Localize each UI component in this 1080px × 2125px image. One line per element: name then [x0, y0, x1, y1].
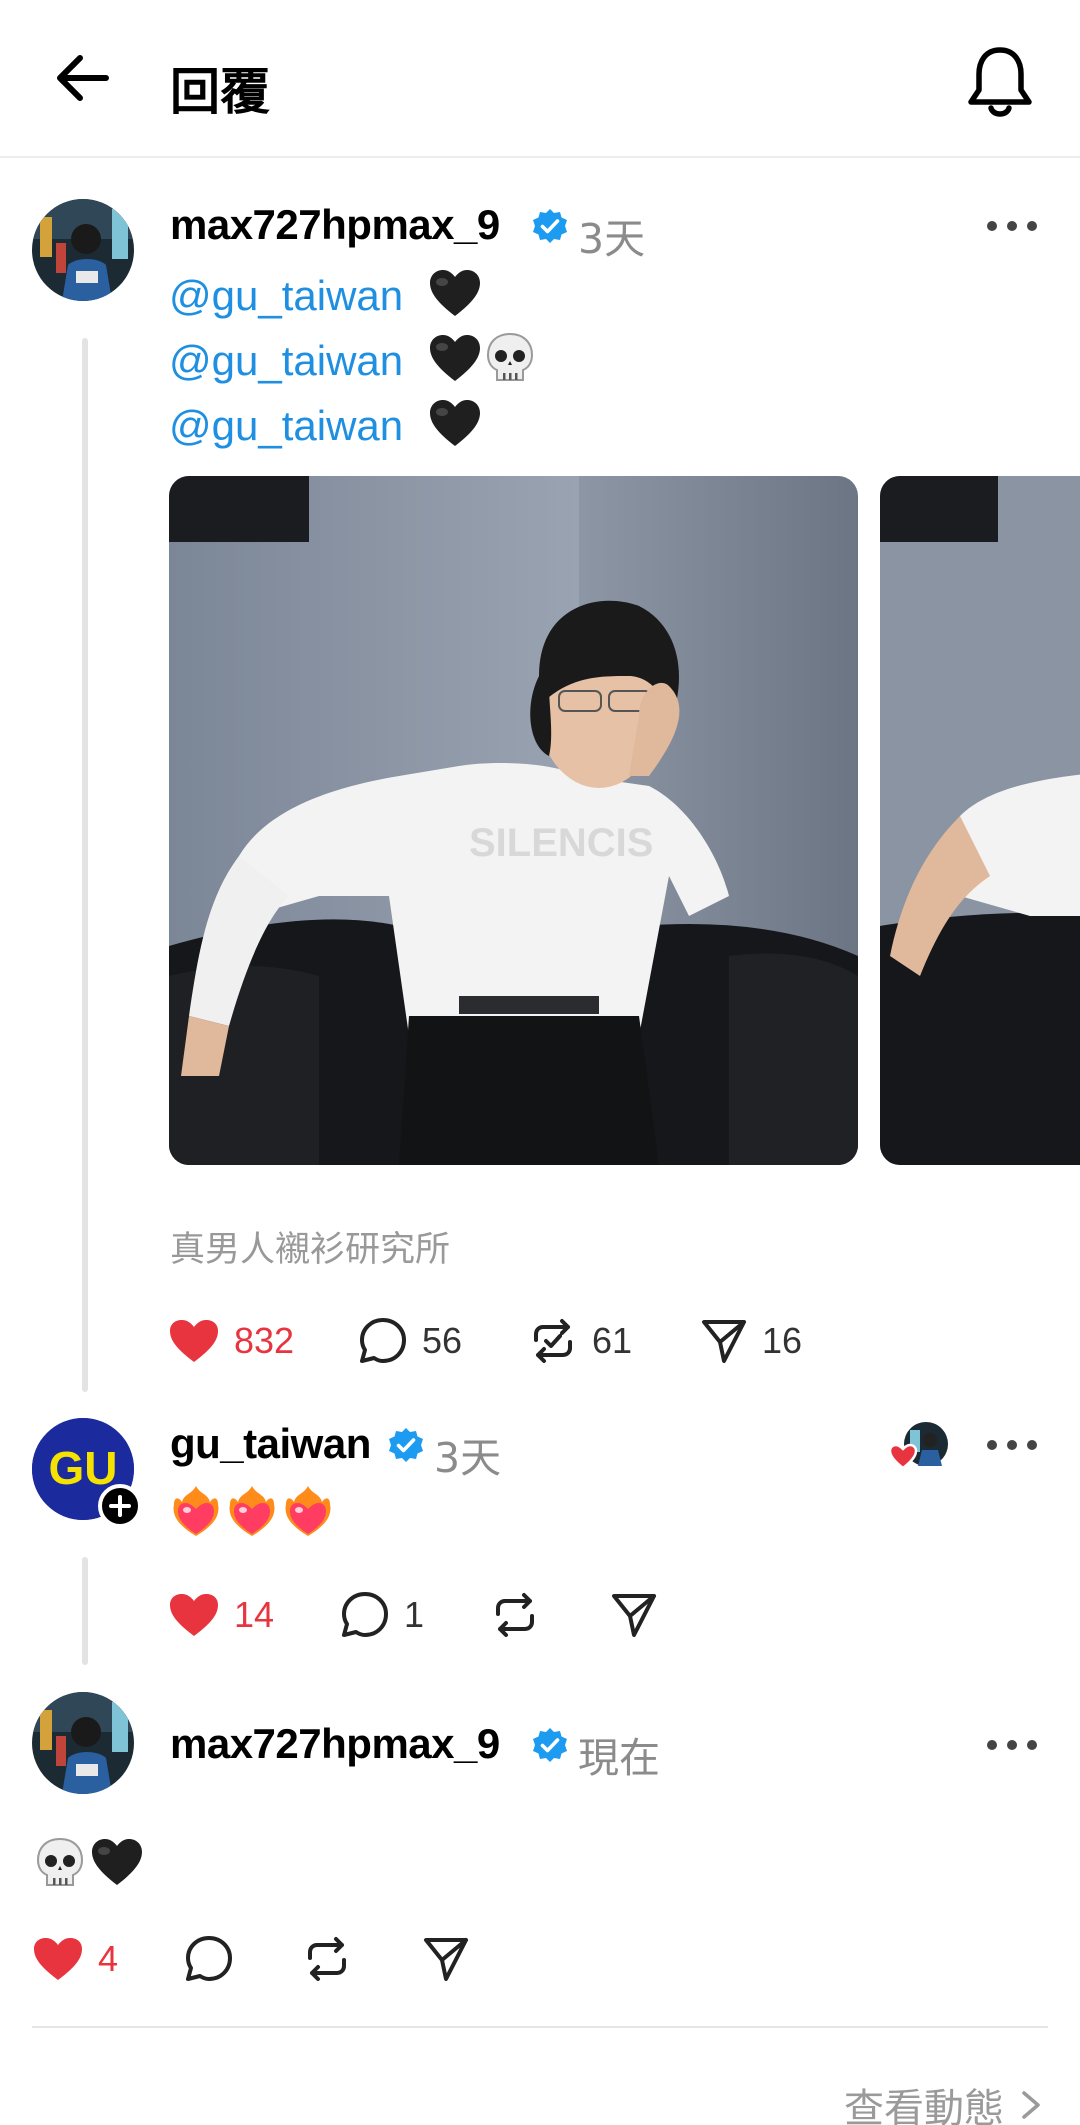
thread-line — [82, 1557, 88, 1665]
post-caption: 真男人襯衫研究所 — [170, 1230, 451, 1270]
heart-on-fire-icon — [285, 1486, 331, 1536]
mention-link[interactable]: @gu_taiwan — [169, 337, 403, 385]
verified-icon — [388, 1427, 424, 1463]
verified-icon — [532, 208, 568, 244]
share-icon — [612, 1594, 656, 1637]
follow-plus-icon[interactable] — [98, 1484, 142, 1528]
view-activity-link[interactable]: 查看動態 — [844, 2076, 1046, 2125]
username[interactable]: max727hpmax_9 — [170, 201, 500, 249]
like-count: 4 — [98, 1938, 119, 1979]
post-photo[interactable] — [880, 476, 1080, 1165]
comment-icon — [186, 1936, 232, 1981]
post-photo[interactable]: SILENCIS — [169, 476, 858, 1165]
comment-icon — [360, 1318, 406, 1363]
view-activity-label: 查看動態 — [844, 2086, 1004, 2125]
mention-link[interactable]: @gu_taiwan — [169, 272, 403, 320]
like-count: 14 — [234, 1594, 275, 1635]
share-count: 16 — [762, 1320, 803, 1361]
heart-icon — [34, 1938, 82, 1980]
share-button[interactable] — [610, 1585, 658, 1645]
timestamp: 3天 — [434, 1434, 502, 1482]
heart-icon — [170, 1594, 218, 1636]
comment-count: 56 — [422, 1320, 463, 1361]
heart-on-fire-icon — [173, 1486, 219, 1536]
page-title: 回覆 — [170, 63, 270, 121]
black-heart-icon — [428, 333, 482, 388]
heart-on-fire-icon — [229, 1486, 275, 1536]
more-icon[interactable] — [982, 206, 1042, 246]
chevron-right-icon — [1022, 2091, 1040, 2119]
like-button[interactable]: 14 — [168, 1585, 274, 1645]
back-arrow-icon[interactable] — [50, 50, 120, 110]
avatar[interactable] — [32, 1692, 134, 1794]
skull-icon — [484, 332, 536, 391]
repost-count: 61 — [592, 1320, 633, 1361]
black-heart-icon — [428, 268, 482, 323]
repost-button[interactable] — [490, 1585, 540, 1645]
repost-button[interactable]: 61 — [528, 1311, 632, 1371]
comment-count: 1 — [404, 1594, 425, 1635]
comment-button[interactable]: 56 — [358, 1311, 462, 1371]
share-button[interactable]: 16 — [700, 1311, 802, 1371]
comment-icon — [342, 1592, 388, 1637]
more-icon[interactable] — [982, 1425, 1042, 1465]
repost-icon — [534, 1319, 572, 1363]
reply-emojis — [170, 1484, 334, 1538]
timestamp: 現在 — [578, 1734, 660, 1782]
username[interactable]: gu_taiwan — [170, 1420, 371, 1468]
comment-button[interactable] — [184, 1929, 234, 1989]
share-button[interactable] — [422, 1929, 470, 1989]
like-count: 832 — [234, 1320, 295, 1361]
comment-button[interactable]: 1 — [340, 1585, 424, 1645]
black-heart-icon — [92, 1839, 142, 1885]
like-button[interactable]: 4 — [32, 1929, 118, 1989]
share-icon — [702, 1320, 746, 1363]
gu-logo: GU — [49, 1442, 118, 1494]
reply-emojis — [34, 1837, 144, 1891]
more-icon[interactable] — [982, 1725, 1042, 1765]
divider — [32, 2026, 1048, 2028]
top-bar: 回覆 — [0, 0, 1080, 158]
like-button[interactable]: 832 — [168, 1311, 294, 1371]
repost-icon — [496, 1593, 534, 1637]
thread-line — [82, 338, 88, 1392]
timestamp: 3天 — [578, 215, 646, 263]
bell-icon[interactable] — [965, 42, 1035, 122]
liked-by-author-avatar — [888, 1420, 950, 1472]
repost-button[interactable] — [302, 1929, 352, 1989]
black-heart-icon — [428, 398, 482, 453]
avatar[interactable] — [32, 199, 134, 301]
repost-icon — [308, 1937, 346, 1981]
share-icon — [424, 1938, 468, 1981]
heart-icon — [170, 1320, 218, 1362]
username[interactable]: max727hpmax_9 — [170, 1720, 500, 1768]
svg-text:SILENCIS: SILENCIS — [469, 821, 653, 865]
mention-link[interactable]: @gu_taiwan — [169, 402, 403, 450]
verified-icon — [532, 1727, 568, 1763]
skull-icon — [36, 1837, 84, 1886]
